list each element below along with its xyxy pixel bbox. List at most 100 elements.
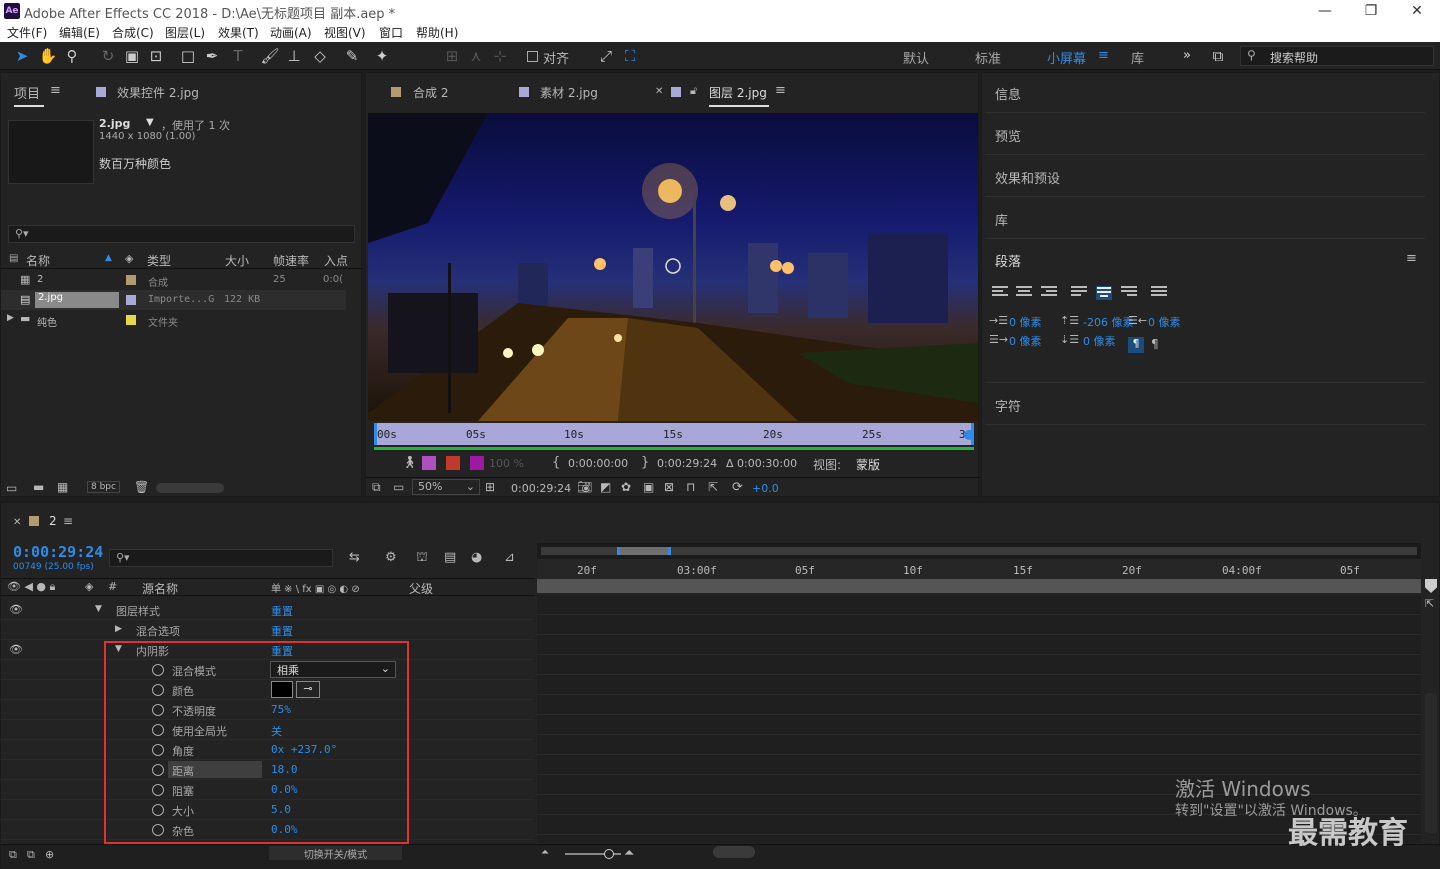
- playhead-handle[interactable]: [1425, 579, 1437, 593]
- in-time[interactable]: 0:00:00:00: [568, 457, 628, 470]
- eraser-tool-icon[interactable]: ◇: [310, 46, 330, 66]
- 3d-view-icon[interactable]: ⊓: [686, 480, 695, 494]
- in-out-panes-icon[interactable]: ⊕: [45, 848, 54, 861]
- timeline-current-time[interactable]: 0:00:29:24: [13, 543, 103, 561]
- project-row[interactable]: ▶ ▬ 纯色 文件夹: [1, 310, 346, 330]
- timeline-horizontal-scrollbar[interactable]: [713, 846, 755, 858]
- zoom-tool-icon[interactable]: ⚲: [62, 46, 82, 66]
- view-dropdown[interactable]: 蒙版: [850, 456, 970, 472]
- visibility-eye-icon[interactable]: 👁: [9, 603, 23, 616]
- onion-skin-icon[interactable]: [422, 456, 436, 470]
- col-parent[interactable]: 父级: [409, 580, 433, 597]
- align-left-icon[interactable]: [992, 286, 1008, 300]
- type-tool-icon[interactable]: T: [228, 46, 248, 66]
- expand-arrow-icon[interactable]: ▶: [115, 624, 122, 634]
- camera-tool-icon[interactable]: ▣: [122, 46, 142, 66]
- expand-arrow-icon[interactable]: ▶: [7, 313, 14, 323]
- workspace-library[interactable]: 库: [1131, 48, 1144, 67]
- view-axis-icon[interactable]: ⊹: [490, 46, 510, 66]
- project-search-input[interactable]: ⚲▾: [8, 225, 355, 243]
- zoom-dropdown[interactable]: 50% ⌄: [412, 479, 480, 495]
- menu-animation[interactable]: 动画(A): [270, 24, 312, 41]
- brush-tool-icon[interactable]: 🖌: [260, 46, 280, 66]
- timeline-tab[interactable]: 2: [49, 514, 57, 528]
- help-search-box[interactable]: ⚲ 搜索帮助: [1240, 46, 1434, 66]
- character-title[interactable]: 字符: [995, 396, 1021, 415]
- selection-tool-icon[interactable]: ➤: [12, 46, 32, 66]
- justify-last-left-icon[interactable]: [1071, 286, 1087, 300]
- overlay-color-swatch[interactable]: [470, 456, 484, 470]
- panel-libraries[interactable]: 库: [985, 198, 1425, 239]
- layer-switches-icon[interactable]: ⧉: [9, 848, 17, 862]
- align-center-icon[interactable]: [1016, 286, 1032, 300]
- hand-tool-icon[interactable]: ✋: [38, 46, 58, 66]
- graph-editor-icon[interactable]: ⊿: [504, 550, 515, 565]
- col-type[interactable]: 类型: [147, 252, 171, 269]
- pen-tool-icon[interactable]: ✒: [202, 46, 222, 66]
- project-panel-menu-icon[interactable]: ≡: [50, 83, 61, 98]
- snapshot-camera-icon[interactable]: 📷︎: [577, 480, 592, 494]
- justify-last-right-icon[interactable]: [1121, 286, 1137, 300]
- tab-effect-controls[interactable]: 效果控件 2.jpg: [117, 84, 199, 101]
- zoom-slider-thumb[interactable]: [604, 849, 614, 859]
- workspace-small-screen[interactable]: 小屏幕: [1047, 48, 1086, 67]
- align-right-icon[interactable]: [1041, 286, 1057, 300]
- monitor-icon[interactable]: ▭: [393, 480, 404, 494]
- restore-button[interactable]: ❐: [1348, 0, 1394, 22]
- menu-help[interactable]: 帮助(H): [416, 24, 458, 41]
- zoom-in-icon[interactable]: ⏶: [624, 846, 634, 861]
- viewer-time-ruler[interactable]: 00s 05s 10s 15s 20s 25s 30: [374, 423, 974, 445]
- tab-footage[interactable]: 素材 2.jpg: [540, 84, 598, 101]
- viewer-menu-icon[interactable]: ≡: [775, 83, 786, 98]
- transfer-controls-icon[interactable]: ⧉: [27, 848, 35, 862]
- current-time[interactable]: 0:00:29:24: [511, 482, 571, 495]
- first-line-indent-value[interactable]: 0 像素: [1009, 333, 1042, 349]
- tab-layer[interactable]: 图层 2.jpg: [709, 84, 767, 101]
- trash-icon[interactable]: 🗑: [134, 480, 149, 494]
- walk-icon[interactable]: 🚶︎: [402, 455, 417, 469]
- timeline-ruler[interactable]: 20f 03:00f 05f 10f 15f 20f 04:00f 05f: [537, 559, 1421, 578]
- workspace-more[interactable]: »: [1183, 48, 1191, 63]
- menu-view[interactable]: 视图(V): [324, 24, 366, 41]
- close-button[interactable]: ✕: [1394, 0, 1440, 22]
- comp-marker-bin-icon[interactable]: ⇱: [1425, 597, 1434, 610]
- draft-3d-icon[interactable]: ⚙: [385, 550, 397, 565]
- col-in[interactable]: 入点: [324, 252, 348, 269]
- justify-last-center-icon[interactable]: [1096, 286, 1112, 300]
- playhead-marker[interactable]: [964, 430, 974, 440]
- workspace-default[interactable]: 默认: [903, 48, 929, 67]
- col-source-name[interactable]: 源名称: [142, 580, 178, 597]
- interpret-footage-icon[interactable]: ▭: [6, 481, 17, 495]
- project-row[interactable]: ▤ 2.jpg Importe...G 122 KB: [1, 290, 346, 310]
- menu-composition[interactable]: 合成(C): [112, 24, 154, 41]
- panel-info[interactable]: 信息: [985, 72, 1425, 113]
- visibility-eye-icon[interactable]: 👁: [9, 643, 23, 656]
- puppet-tool-icon[interactable]: ✦: [372, 46, 392, 66]
- tab-close-icon[interactable]: ✕: [655, 86, 663, 97]
- timeline-tab-close-icon[interactable]: ✕: [13, 517, 21, 528]
- pan-behind-tool-icon[interactable]: ⊡: [146, 46, 166, 66]
- rotate-tool-icon[interactable]: ↻: [98, 46, 118, 66]
- new-composition-icon[interactable]: ▦: [57, 480, 68, 494]
- panel-effects-presets[interactable]: 效果和预设: [985, 156, 1425, 197]
- reset-exposure-icon[interactable]: ⟳: [732, 480, 743, 495]
- indent-right-value[interactable]: 0 像素: [1148, 314, 1181, 330]
- col-size[interactable]: 大小: [225, 252, 249, 269]
- menu-effect[interactable]: 效果(T): [218, 24, 259, 41]
- work-area-navigator[interactable]: [537, 543, 1421, 559]
- menu-window[interactable]: 窗口: [379, 24, 403, 41]
- navigator-thumb[interactable]: [617, 547, 671, 555]
- workspace-menu-icon[interactable]: ≡: [1098, 48, 1109, 63]
- project-row[interactable]: ▦ 2 合成 25 0:0(: [1, 270, 346, 290]
- ltr-direction-icon[interactable]: ¶: [1128, 337, 1144, 353]
- zoom-out-icon[interactable]: ⏶: [541, 847, 549, 858]
- expand-arrow-icon[interactable]: ▼: [95, 604, 102, 614]
- tab-project[interactable]: 项目: [14, 83, 40, 102]
- paragraph-menu-icon[interactable]: ≡: [1406, 251, 1417, 266]
- motion-blur-icon[interactable]: ◕: [471, 550, 482, 565]
- clone-stamp-tool-icon[interactable]: ⊥: [284, 46, 304, 66]
- local-axis-icon[interactable]: ⊞: [442, 46, 462, 66]
- workspace-standard[interactable]: 标准: [975, 48, 1001, 67]
- item-dropdown-icon[interactable]: ▼: [146, 117, 154, 128]
- col-fps[interactable]: 帧速率: [273, 252, 309, 269]
